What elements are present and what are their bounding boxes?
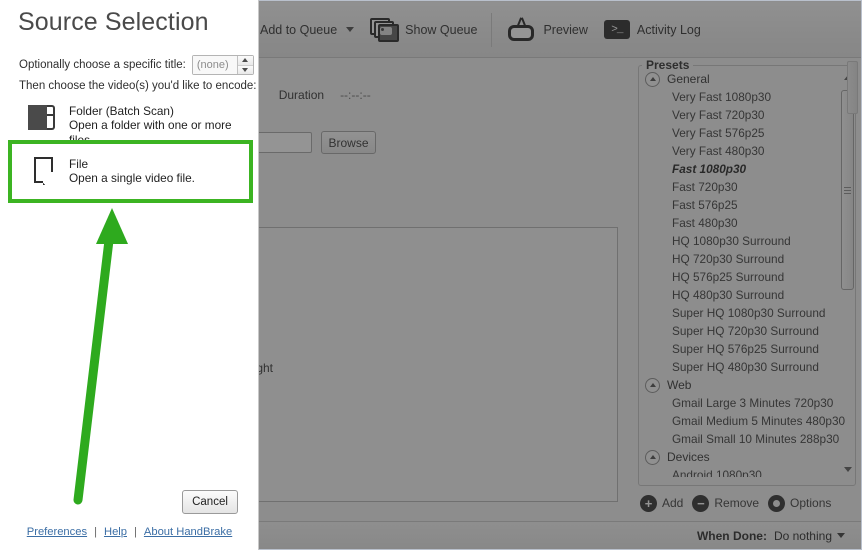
source-option-folder-heading: Folder (Batch Scan)	[69, 104, 242, 118]
preset-item[interactable]: Fast 480p30	[640, 214, 854, 232]
tv-preview-icon	[506, 18, 536, 42]
link-separator: |	[94, 526, 97, 538]
preset-item[interactable]: HQ 576p25 Surround	[640, 268, 854, 286]
presets-actions-bar: + Add − Remove Options	[640, 490, 854, 516]
toolbar-show-queue[interactable]: Show Queue	[362, 8, 485, 52]
source-option-file-heading: File	[69, 157, 195, 171]
chevron-down-icon	[346, 27, 354, 32]
preset-item[interactable]: HQ 720p30 Surround	[640, 250, 854, 268]
help-link[interactable]: Help	[104, 526, 127, 538]
preset-group-devices-label: Devices	[667, 450, 710, 464]
dialog-subtitle: Then choose the video(s) you'd like to e…	[19, 80, 256, 92]
toolbar-divider	[491, 13, 492, 47]
about-handbrake-link[interactable]: About HandBrake	[144, 526, 232, 538]
preset-item[interactable]: Gmail Large 3 Minutes 720p30	[640, 394, 854, 412]
presets-scrollbar-thumb[interactable]	[841, 90, 854, 290]
browse-button[interactable]: Browse	[321, 131, 376, 154]
preset-item[interactable]: Gmail Small 10 Minutes 288p30	[640, 430, 854, 448]
folder-icon	[28, 104, 56, 131]
cancel-button-label: Cancel	[192, 496, 228, 508]
when-done-value[interactable]: Do nothing	[774, 529, 832, 543]
stepper-up-icon[interactable]	[238, 56, 253, 66]
duration-value: --:--:--	[340, 88, 371, 102]
presets-panel: Presets General Very Fast 1080p30 Very F…	[636, 58, 859, 521]
dialog-footer-links: Preferences | Help | About HandBrake	[0, 526, 259, 538]
preset-remove-button[interactable]: − Remove	[692, 495, 759, 512]
preset-item[interactable]: Fast 576p25	[640, 196, 854, 214]
preferences-link[interactable]: Preferences	[27, 526, 87, 538]
gear-icon	[768, 495, 785, 512]
preset-item[interactable]: HQ 480p30 Surround	[640, 286, 854, 304]
presets-legend: Presets	[642, 58, 693, 72]
chevron-up-icon[interactable]	[645, 72, 660, 87]
preset-group-general[interactable]: General	[645, 71, 854, 87]
file-document-icon	[32, 157, 56, 185]
annotation-arrow	[0, 200, 200, 510]
preset-item[interactable]: Gmail Medium 5 Minutes 480p30	[640, 412, 854, 430]
stepper-down-icon[interactable]	[238, 66, 253, 75]
toolbar-add-to-queue[interactable]: Add to Queue	[252, 8, 362, 52]
preset-add-button[interactable]: + Add	[640, 495, 683, 512]
preset-options-label: Options	[790, 496, 831, 510]
preset-item[interactable]: Very Fast 480p30	[640, 142, 854, 160]
preset-group-web[interactable]: Web	[645, 377, 854, 393]
preset-item[interactable]: Very Fast 576p25	[640, 124, 854, 142]
title-select-prompt: Optionally choose a specific title:	[19, 59, 186, 71]
preset-group-web-label: Web	[667, 378, 691, 392]
preset-item-selected[interactable]: Fast 1080p30	[640, 160, 854, 178]
toolbar-add-to-queue-label: Add to Queue	[260, 23, 337, 37]
source-selection-dialog: Source Selection Optionally choose a spe…	[0, 0, 259, 550]
preset-item[interactable]: HQ 1080p30 Surround	[640, 232, 854, 250]
chevron-down-icon[interactable]	[837, 533, 845, 538]
preset-item[interactable]: Android 1080p30	[640, 466, 854, 477]
title-number-spinner[interactable]: (none)	[192, 55, 254, 75]
source-option-file[interactable]: File Open a single video file.	[8, 140, 253, 203]
preset-item[interactable]: Very Fast 1080p30	[640, 88, 854, 106]
scrollbar-grip-icon	[844, 185, 851, 196]
scroll-down-icon[interactable]	[842, 464, 853, 475]
when-done-label: When Done:	[697, 529, 767, 543]
duration-label: Duration	[279, 88, 324, 102]
chevron-up-icon[interactable]	[645, 378, 660, 393]
presets-list[interactable]: General Very Fast 1080p30 Very Fast 720p…	[640, 70, 854, 477]
title-select-row: Optionally choose a specific title: (non…	[19, 55, 254, 75]
preset-group-devices[interactable]: Devices	[645, 449, 854, 465]
preset-options-button[interactable]: Options	[768, 495, 831, 512]
preset-item[interactable]: Super HQ 1080p30 Surround	[640, 304, 854, 322]
title-spinner-value: (none)	[193, 56, 237, 74]
cancel-button[interactable]: Cancel	[182, 490, 238, 514]
chevron-up-icon[interactable]	[645, 450, 660, 465]
terminal-icon: >_	[604, 20, 630, 39]
preset-remove-label: Remove	[714, 496, 759, 510]
preset-add-label: Add	[662, 496, 683, 510]
content-scrollbar-thumb[interactable]	[847, 61, 858, 114]
toolbar-preview-label: Preview	[543, 23, 587, 37]
source-option-file-texts: File Open a single video file.	[69, 157, 195, 186]
toolbar-show-queue-label: Show Queue	[405, 23, 477, 37]
preset-item[interactable]: Super HQ 480p30 Surround	[640, 358, 854, 376]
toolbar-activity-log-label: Activity Log	[637, 23, 701, 37]
queue-stack-icon	[370, 18, 398, 42]
preset-group-general-label: General	[667, 72, 710, 86]
preset-item[interactable]: Super HQ 576p25 Surround	[640, 340, 854, 358]
link-separator: |	[134, 526, 137, 538]
title-spinner-stepper[interactable]	[237, 56, 253, 74]
content-vertical-scrollbar[interactable]	[847, 61, 858, 114]
preset-item[interactable]: Super HQ 720p30 Surround	[640, 322, 854, 340]
preset-item[interactable]: Very Fast 720p30	[640, 106, 854, 124]
source-option-file-description: Open a single video file.	[69, 171, 195, 186]
dialog-title: Source Selection	[18, 8, 209, 37]
browse-button-label: Browse	[329, 136, 369, 150]
preset-item[interactable]: Fast 720p30	[640, 178, 854, 196]
toolbar-activity-log[interactable]: >_ Activity Log	[596, 8, 709, 52]
minus-icon: −	[692, 495, 709, 512]
plus-icon: +	[640, 495, 657, 512]
toolbar-preview[interactable]: Preview	[498, 8, 595, 52]
presets-scrollbar[interactable]	[841, 72, 854, 475]
